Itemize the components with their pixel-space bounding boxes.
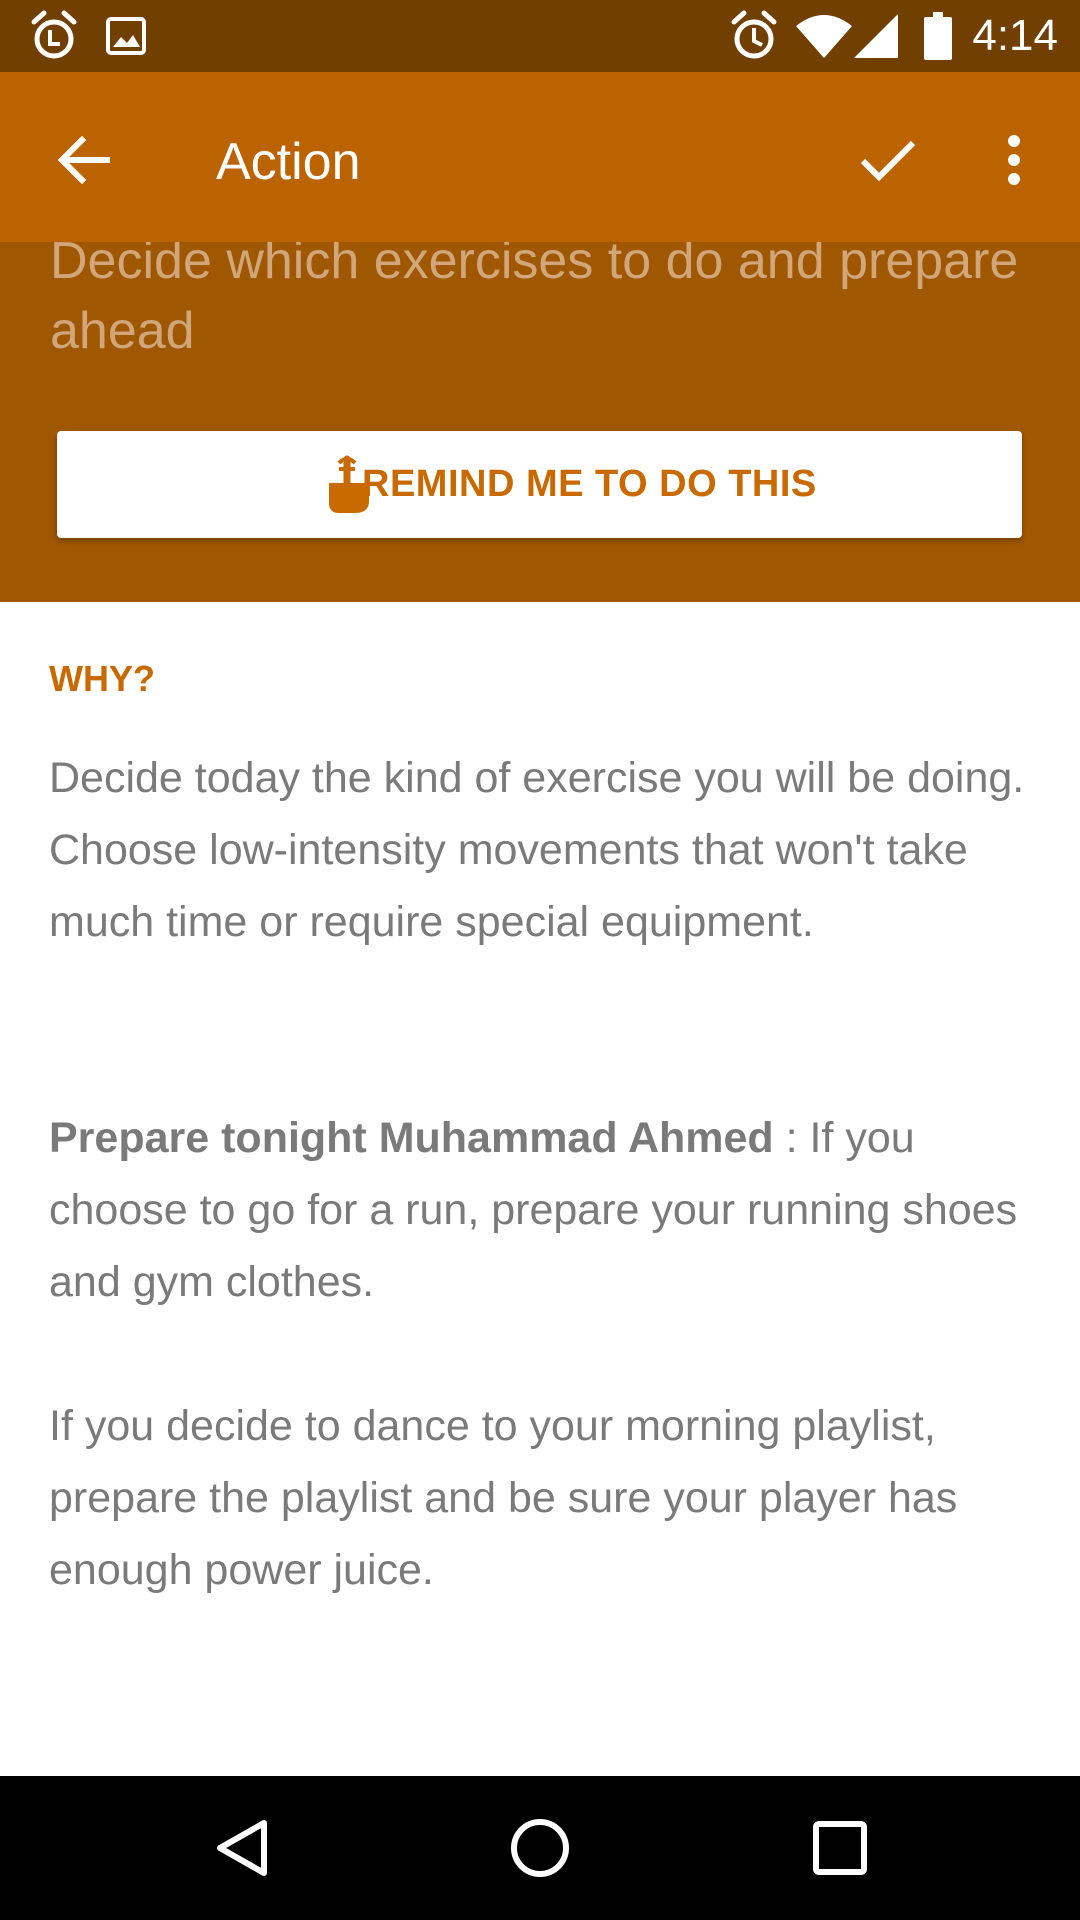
alarm-icon: [731, 10, 777, 59]
why-paragraph-1: Decide today the kind of exercise you wi…: [49, 754, 1025, 946]
why-heading: WHY?: [49, 658, 155, 699]
alarm-icon: [31, 10, 77, 59]
why-paragraph-3: If you decide to dance to your morning p…: [49, 1402, 958, 1594]
remind-me-button[interactable]: REMIND ME TO DO THIS: [57, 431, 1022, 538]
cell-signal-icon: [854, 14, 898, 58]
app-bar: [0, 72, 1080, 242]
navigation-bar: [0, 1776, 1080, 1920]
check-icon[interactable]: [860, 140, 916, 182]
status-bar: 4:14: [0, 0, 1080, 72]
why-paragraph-2-bold: Prepare tonight Muhammad Ahmed: [49, 1114, 774, 1162]
arrow-back-icon[interactable]: [58, 136, 110, 184]
wifi-icon: [796, 15, 852, 58]
remind-me-label: REMIND ME TO DO THIS: [362, 463, 817, 505]
page-title: Action: [216, 133, 361, 191]
status-time: 4:14: [972, 11, 1058, 60]
back-triangle-icon[interactable]: [214, 1818, 270, 1878]
more-vert-icon[interactable]: [1006, 134, 1022, 186]
action-subtitle: Decide which exercises to do and prepare…: [50, 232, 1019, 360]
image-icon: [106, 17, 146, 55]
recents-square-icon[interactable]: [813, 1821, 867, 1875]
why-paragraph-2: Prepare tonight Muhammad Ahmed : If you …: [49, 1102, 1034, 1318]
home-circle-icon[interactable]: [510, 1818, 570, 1878]
battery-icon: [924, 12, 952, 60]
